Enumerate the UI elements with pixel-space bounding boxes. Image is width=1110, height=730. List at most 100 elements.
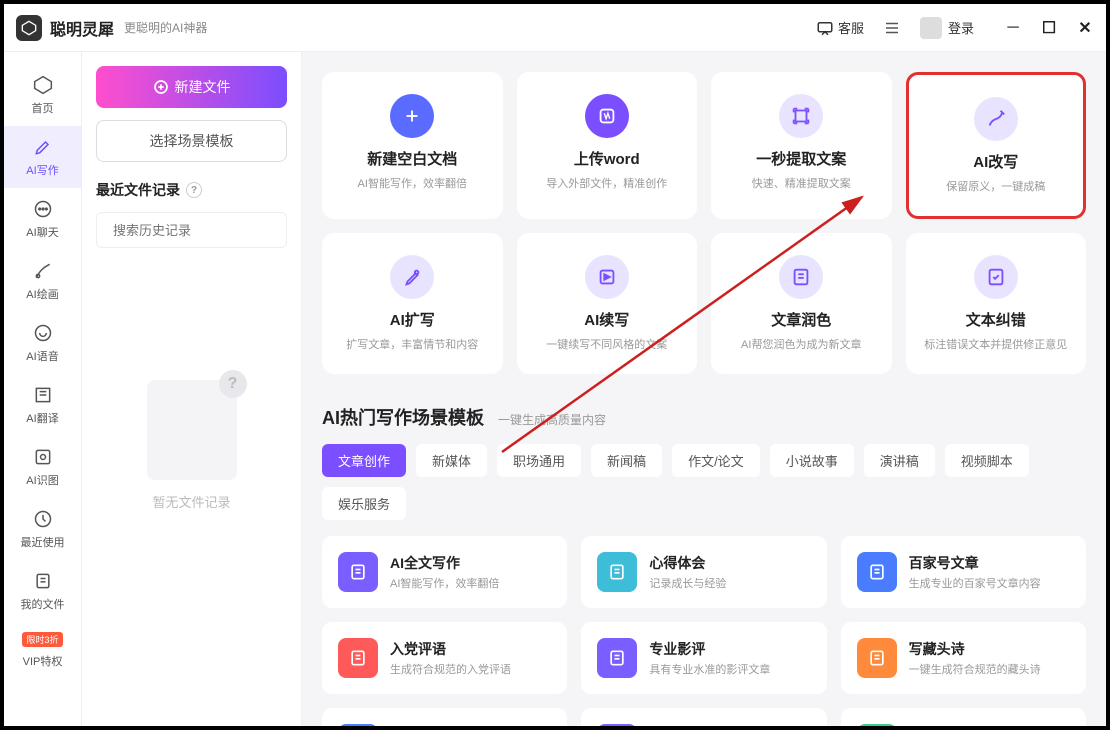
sidebar-item-home[interactable]: 首页 [4,64,81,126]
sidebar-item-label: AI写作 [26,162,58,178]
section-title: AI热门写作场景模板 [322,404,484,430]
search-box[interactable] [96,212,287,248]
action-title: 上传word [574,148,640,169]
template-desc: 生成符合规范的入党评语 [390,661,511,677]
titlebar: 聪明灵犀 更聪明的AI神器 客服 登录 ─ ☐ ✕ [4,4,1106,52]
sidebar: 首页 AI写作 AI聊天 AI绘画 AI语音 AI翻译AI识图最近使用我的文件限时3折VI… [4,52,82,726]
sidebar-item-recent[interactable]: 最近使用 [4,498,81,560]
recent-icon [32,508,54,530]
action-card-continue[interactable]: AI续写 一键续写不同风格的文案 [517,233,698,374]
empty-illustration-icon [147,380,237,480]
help-icon[interactable]: ? [186,182,202,198]
tab-5[interactable]: 小说故事 [770,444,854,477]
maximize-button[interactable]: ☐ [1040,19,1058,37]
template-title: 行业政策专家 [909,725,1041,726]
sidebar-item-label: AI语音 [26,348,58,364]
sidebar-item-files[interactable]: 我的文件 [4,560,81,622]
polish-icon [779,255,823,299]
sidebar-item-voice[interactable]: AI语音 [4,312,81,374]
sidebar-item-draw[interactable]: AI绘画 [4,250,81,312]
action-card-polish[interactable]: 文章润色 AI帮您润色为成为新文章 [711,233,892,374]
app-logo-icon [16,15,42,41]
action-title: 文章润色 [771,309,831,330]
tab-2[interactable]: 职场通用 [497,444,581,477]
action-desc: 导入外部文件，精准创作 [546,175,667,191]
template-card-2[interactable]: 百家号文章 生成专业的百家号文章内容 [841,536,1086,608]
sidebar-item-vision[interactable]: AI识图 [4,436,81,498]
files-icon [32,570,54,592]
action-card-rewrite[interactable]: AI改写 保留原义，一键成稿 [906,72,1087,219]
support-button[interactable]: 客服 [808,14,872,41]
template-card-6[interactable]: 旅行笔记 高效记录旅行中的点滴 [322,708,567,726]
template-card-4[interactable]: 专业影评 具有专业水准的影评文章 [581,622,826,694]
search-input[interactable] [113,223,289,238]
avatar-icon [920,17,942,39]
voice-icon [32,322,54,344]
rewrite-icon [974,97,1018,141]
action-desc: AI帮您润色为成为新文章 [741,336,861,352]
sidebar-item-write[interactable]: AI写作 [4,126,81,188]
template-grid: AI全文写作 AI智能写作，效率翻倍 心得体会 记录成长与经验 百家号文章 生成… [322,536,1086,726]
template-card-5[interactable]: 写藏头诗 一键生成符合规范的藏头诗 [841,622,1086,694]
template-desc: 生成专业的百家号文章内容 [909,575,1041,591]
new-file-button[interactable]: 新建文件 [96,66,287,108]
correct-icon [974,255,1018,299]
action-grid: 新建空白文档 AI智能写作，效率翻倍 上传word 导入外部文件，精准创作 一秒… [322,72,1086,374]
tab-7[interactable]: 视频脚本 [945,444,1029,477]
menu-icon [883,19,901,37]
action-card-plus[interactable]: 新建空白文档 AI智能写作，效率翻倍 [322,72,503,219]
template-card-3[interactable]: 入党评语 生成符合规范的入党评语 [322,622,567,694]
action-title: 一秒提取文案 [756,148,846,169]
tab-1[interactable]: 新媒体 [416,444,487,477]
action-desc: 标注错误文本并提供修正意见 [924,336,1067,352]
minimize-button[interactable]: ─ [1004,19,1022,37]
template-icon [857,552,897,592]
tab-6[interactable]: 演讲稿 [864,444,935,477]
template-card-7[interactable]: 书面用语助手 高效智能写作好帮手 [581,708,826,726]
draw-icon [32,260,54,282]
section-header: AI热门写作场景模板 一键生成高质量内容 [322,404,1086,430]
tab-3[interactable]: 新闻稿 [591,444,662,477]
section-subtitle: 一键生成高质量内容 [498,411,606,428]
template-card-1[interactable]: 心得体会 记录成长与经验 [581,536,826,608]
action-card-extract[interactable]: 一秒提取文案 快速、精准提取文案 [711,72,892,219]
login-button[interactable]: 登录 [912,13,982,43]
template-card-0[interactable]: AI全文写作 AI智能写作，效率翻倍 [322,536,567,608]
extract-icon [779,94,823,138]
choose-template-button[interactable]: 选择场景模板 [96,120,287,162]
word-icon [585,94,629,138]
action-desc: AI智能写作，效率翻倍 [358,175,467,191]
template-desc: AI智能写作，效率翻倍 [390,575,499,591]
tab-8[interactable]: 娱乐服务 [322,487,406,520]
action-card-correct[interactable]: 文本纠错 标注错误文本并提供修正意见 [906,233,1087,374]
chat-icon [32,198,54,220]
action-title: AI改写 [973,151,1018,172]
sidebar-item-translate[interactable]: AI翻译 [4,374,81,436]
sidebar-item-label: 我的文件 [21,596,65,612]
template-icon [597,552,637,592]
close-button[interactable]: ✕ [1076,19,1094,37]
action-card-expand[interactable]: AI扩写 扩写文章，丰富情节和内容 [322,233,503,374]
action-title: AI扩写 [390,309,435,330]
template-icon [338,724,378,726]
action-card-word[interactable]: 上传word 导入外部文件，精准创作 [517,72,698,219]
template-title: 心得体会 [649,553,726,573]
menu-button[interactable] [880,16,904,40]
tab-4[interactable]: 作文/论文 [672,444,760,477]
template-card-8[interactable]: 行业政策专家 根据行业名称提供政策框架 [841,708,1086,726]
app-window: 聪明灵犀 更聪明的AI神器 客服 登录 ─ ☐ ✕ 首页 AI写作 AI聊天 AI绘画… [0,0,1110,730]
template-desc: 一键生成符合规范的藏头诗 [909,661,1041,677]
action-desc: 快速、精准提取文案 [752,175,851,191]
tab-0[interactable]: 文章创作 [322,444,406,477]
vip-badge: 限时3折 [22,632,62,647]
sidebar-item-chat[interactable]: AI聊天 [4,188,81,250]
action-title: AI续写 [584,309,629,330]
content-area: 新建空白文档 AI智能写作，效率翻倍 上传word 导入外部文件，精准创作 一秒… [302,52,1106,726]
sidebar-item-label: 首页 [32,100,54,116]
sidebar-item-label: AI绘画 [26,286,58,302]
template-title: 专业影评 [649,639,770,659]
action-desc: 一键续写不同风格的文案 [546,336,667,352]
translate-icon [32,384,54,406]
sidebar-item-vip[interactable]: 限时3折VIP特权 [4,622,81,679]
template-title: 百家号文章 [909,553,1041,573]
